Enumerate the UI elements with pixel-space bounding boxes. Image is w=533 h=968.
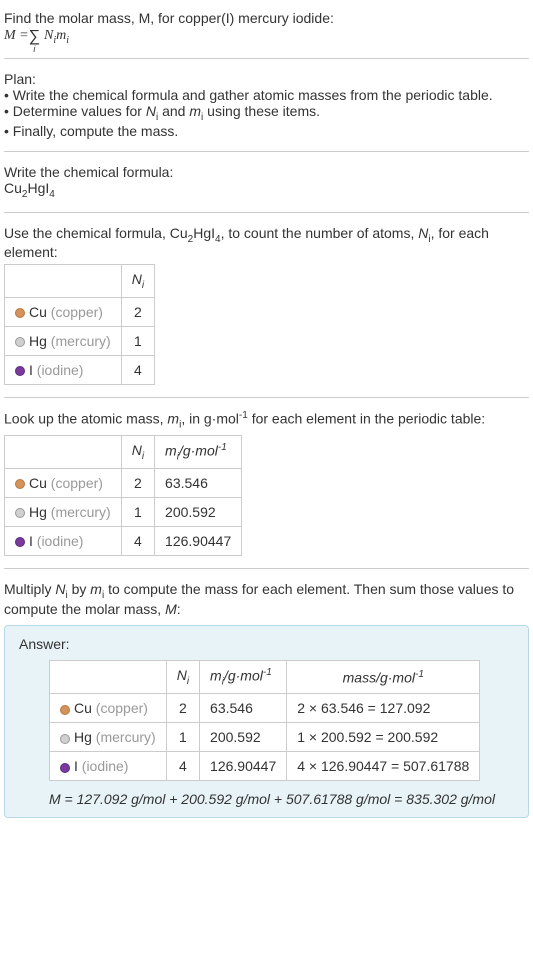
- element-dot-icon: [15, 479, 25, 489]
- step3-section: Look up the atomic mass, mi, in g·mol-1 …: [4, 404, 529, 562]
- plan-heading: Plan:: [4, 71, 529, 87]
- table-row: I (iodine) 4 126.90447 4 × 126.90447 = 5…: [50, 752, 480, 781]
- sigma-icon: ∑ i: [29, 28, 40, 46]
- element-dot-icon: [60, 734, 70, 744]
- mass-table: Ni mi/g·mol-1 Cu (copper) 2 63.546 Hg (m…: [4, 435, 242, 556]
- step2-section: Use the chemical formula, Cu2HgI4, to co…: [4, 219, 529, 392]
- step2-heading: Use the chemical formula, Cu2HgI4, to co…: [4, 225, 529, 261]
- eq-lhs: M =: [4, 28, 29, 44]
- step3-heading: Look up the atomic mass, mi, in g·mol-1 …: [4, 410, 529, 430]
- chemical-formula: Cu2HgI4: [4, 180, 529, 200]
- table-header-row: Ni: [5, 265, 155, 298]
- count-table: Ni Cu (copper) 2 Hg (mercury) 1 I (iodin…: [4, 264, 155, 385]
- step4-heading: Multiply Ni by mi to compute the mass fo…: [4, 581, 529, 617]
- table-row: Cu (copper) 2 63.546: [5, 469, 242, 498]
- divider: [4, 212, 529, 213]
- plan-item: Finally, compute the mass.: [4, 123, 529, 139]
- answer-table: Ni mi/g·mol-1 mass/g·mol-1 Cu (copper) 2…: [49, 660, 480, 781]
- plan-item: Write the chemical formula and gather at…: [4, 87, 529, 103]
- element-dot-icon: [60, 763, 70, 773]
- table-row: Cu (copper) 2: [5, 298, 155, 327]
- intro-line: Find the molar mass, M, for copper(I) me…: [4, 10, 529, 26]
- col-ni: Ni: [121, 265, 154, 298]
- molar-mass-equation: M = ∑ i Nimi: [4, 28, 69, 46]
- eq-rhs: Nimi: [44, 28, 69, 46]
- step1-heading: Write the chemical formula:: [4, 164, 529, 180]
- col-mi: mi/g·mol-1: [155, 435, 242, 468]
- step4-section: Multiply Ni by mi to compute the mass fo…: [4, 575, 529, 623]
- table-row: Hg (mercury) 1: [5, 327, 155, 356]
- divider: [4, 58, 529, 59]
- divider: [4, 151, 529, 152]
- col-ni: Ni: [166, 660, 199, 693]
- element-dot-icon: [60, 705, 70, 715]
- answer-box: Answer: Ni mi/g·mol-1 mass/g·mol-1 Cu (c…: [4, 625, 529, 818]
- plan-list: Write the chemical formula and gather at…: [4, 87, 529, 139]
- element-dot-icon: [15, 337, 25, 347]
- answer-title: Answer:: [19, 636, 514, 652]
- intro-section: Find the molar mass, M, for copper(I) me…: [4, 4, 529, 52]
- table-row: Hg (mercury) 1 200.592 1 × 200.592 = 200…: [50, 723, 480, 752]
- element-dot-icon: [15, 366, 25, 376]
- element-dot-icon: [15, 537, 25, 547]
- col-ni: Ni: [121, 435, 154, 468]
- element-dot-icon: [15, 508, 25, 518]
- table-row: Cu (copper) 2 63.546 2 × 63.546 = 127.09…: [50, 694, 480, 723]
- table-header-row: Ni mi/g·mol-1: [5, 435, 242, 468]
- divider: [4, 397, 529, 398]
- table-row: Hg (mercury) 1 200.592: [5, 498, 242, 527]
- col-mi: mi/g·mol-1: [200, 660, 287, 693]
- plan-section: Plan: Write the chemical formula and gat…: [4, 65, 529, 145]
- step1-section: Write the chemical formula: Cu2HgI4: [4, 158, 529, 206]
- col-mass: mass/g·mol-1: [287, 660, 480, 693]
- element-dot-icon: [15, 308, 25, 318]
- table-header-row: Ni mi/g·mol-1 mass/g·mol-1: [50, 660, 480, 693]
- final-answer: M = 127.092 g/mol + 200.592 g/mol + 507.…: [49, 791, 514, 807]
- table-row: I (iodine) 4: [5, 356, 155, 385]
- divider: [4, 568, 529, 569]
- plan-item: Determine values for Ni and mi using the…: [4, 103, 529, 123]
- table-row: I (iodine) 4 126.90447: [5, 527, 242, 556]
